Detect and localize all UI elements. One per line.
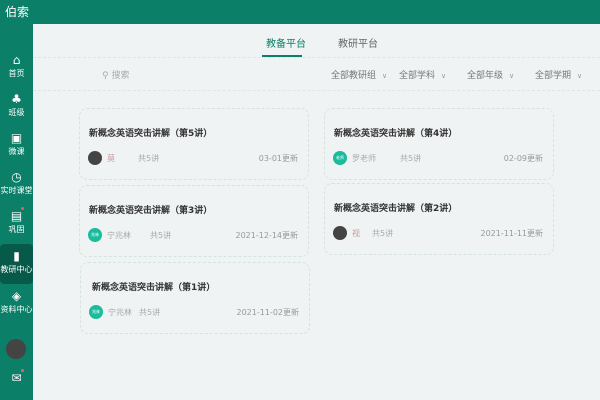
card-count: 共5讲: [150, 231, 172, 240]
sidebar-item-label: 首页: [8, 69, 25, 78]
card-title: 新概念英语突击讲解（第2讲）: [334, 204, 458, 214]
sidebar-item-microlesson[interactable]: ▣ 微课: [0, 126, 33, 166]
sidebar-item-home[interactable]: ⌂ 首页: [0, 48, 33, 88]
sidebar-item-label: 实时课堂: [0, 186, 33, 195]
video-icon: ▣: [10, 131, 23, 145]
card-date: 2021-12-14更新: [235, 231, 299, 240]
sidebar-item-resource-center[interactable]: ◈ 资料中心: [0, 284, 33, 324]
sidebar-item-class[interactable]: ♣ 班级: [0, 87, 33, 127]
chevron-down-icon: ∨: [441, 72, 447, 80]
sidebar-item-label: 巩固: [8, 225, 25, 234]
search-input[interactable]: ⚲ 搜索: [102, 68, 129, 81]
avatar: [88, 151, 102, 165]
filter-research-group[interactable]: 全部教研组 ∨: [331, 68, 387, 81]
avatar: 老师: [333, 151, 347, 165]
search-placeholder: 搜索: [111, 71, 130, 81]
book-icon: ▤: [10, 209, 23, 223]
mail-icon: ✉: [11, 371, 22, 385]
card-title: 新概念英语突击讲解（第3讲）: [89, 206, 213, 216]
divider: [33, 57, 600, 58]
document-icon: ▮: [13, 249, 20, 263]
users-icon: ♣: [11, 92, 22, 106]
course-card[interactable]: 新概念英语突击讲解（第5讲） 莫 共5讲 03-01更新: [79, 108, 309, 180]
sidebar-item-live-class[interactable]: ◷ 实时课堂: [0, 165, 33, 205]
filter-label: 全部学科: [399, 71, 436, 81]
card-date: 2021-11-02更新: [236, 308, 300, 317]
app-title: 伯索: [5, 5, 30, 19]
course-card[interactable]: 新概念英语突击讲解（第2讲） 视 共5讲 2021-11-11更新: [324, 183, 554, 255]
card-author: 莫: [107, 154, 115, 163]
tab-teaching-prep[interactable]: 教备平台: [266, 35, 306, 50]
search-icon: ⚲: [102, 71, 109, 81]
user-avatar[interactable]: [6, 339, 26, 359]
sidebar-item-label: 微课: [8, 147, 25, 156]
card-count: 共5讲: [138, 154, 160, 163]
card-author: 宁兆林: [108, 308, 132, 317]
card-date: 03-01更新: [258, 154, 298, 163]
clock-icon: ◷: [11, 170, 22, 184]
avatar: [333, 226, 347, 240]
filter-semester[interactable]: 全部学期 ∨: [535, 68, 582, 81]
card-count: 共5讲: [139, 308, 161, 317]
card-count: 共5讲: [372, 229, 394, 238]
card-date: 02-09更新: [503, 154, 543, 163]
filter-label: 全部教研组: [331, 71, 377, 81]
divider: [33, 90, 600, 91]
app-header: 伯索: [0, 0, 600, 24]
course-card[interactable]: 新概念英语突击讲解（第3讲） 兆林 宁兆林 共5讲 2021-12-14更新: [79, 185, 309, 257]
filter-subject[interactable]: 全部学科 ∨: [399, 68, 446, 81]
sidebar-item-label: 班级: [8, 108, 25, 117]
filter-label: 全部学期: [535, 71, 572, 81]
mail-button[interactable]: ✉: [0, 366, 33, 388]
card-title: 新概念英语突击讲解（第1讲）: [92, 283, 216, 293]
card-title: 新概念英语突击讲解（第5讲）: [89, 129, 213, 139]
sidebar-item-review[interactable]: ▤ 巩固: [0, 204, 33, 244]
chevron-down-icon: ∨: [382, 72, 388, 80]
card-author: 宁兆林: [107, 231, 131, 240]
course-card[interactable]: 新概念英语突击讲解（第1讲） 兆林 宁兆林 共5讲 2021-11-02更新: [80, 262, 310, 334]
notification-dot: [21, 369, 24, 372]
card-title: 新概念英语突击讲解（第4讲）: [334, 129, 458, 139]
notification-dot: [21, 207, 24, 210]
layers-icon: ◈: [11, 289, 22, 303]
card-author: 视: [352, 229, 360, 238]
avatar: 兆林: [88, 228, 102, 242]
filter-grade[interactable]: 全部年级 ∨: [467, 68, 514, 81]
tab-teaching-research[interactable]: 教研平台: [338, 35, 378, 50]
card-author: 罗老师: [352, 154, 376, 163]
chevron-down-icon: ∨: [509, 72, 515, 80]
filter-label: 全部年级: [467, 71, 504, 81]
sidebar-item-research-center[interactable]: ▮ 教研中心: [0, 244, 33, 284]
home-icon: ⌂: [12, 53, 21, 67]
course-card[interactable]: 新概念英语突击讲解（第4讲） 老师 罗老师 共5讲 02-09更新: [324, 108, 554, 180]
card-date: 2021-11-11更新: [480, 229, 544, 238]
sidebar-item-label: 资料中心: [0, 305, 33, 314]
sidebar-item-label: 教研中心: [0, 265, 33, 274]
sidebar: ⌂ 首页 ♣ 班级 ▣ 微课 ◷ 实时课堂 ▤ 巩固 ▮ 教研中心 ◈ 资料中心 ✉: [0, 24, 33, 400]
card-count: 共5讲: [400, 154, 422, 163]
chevron-down-icon: ∨: [577, 72, 583, 80]
avatar: 兆林: [89, 305, 103, 319]
